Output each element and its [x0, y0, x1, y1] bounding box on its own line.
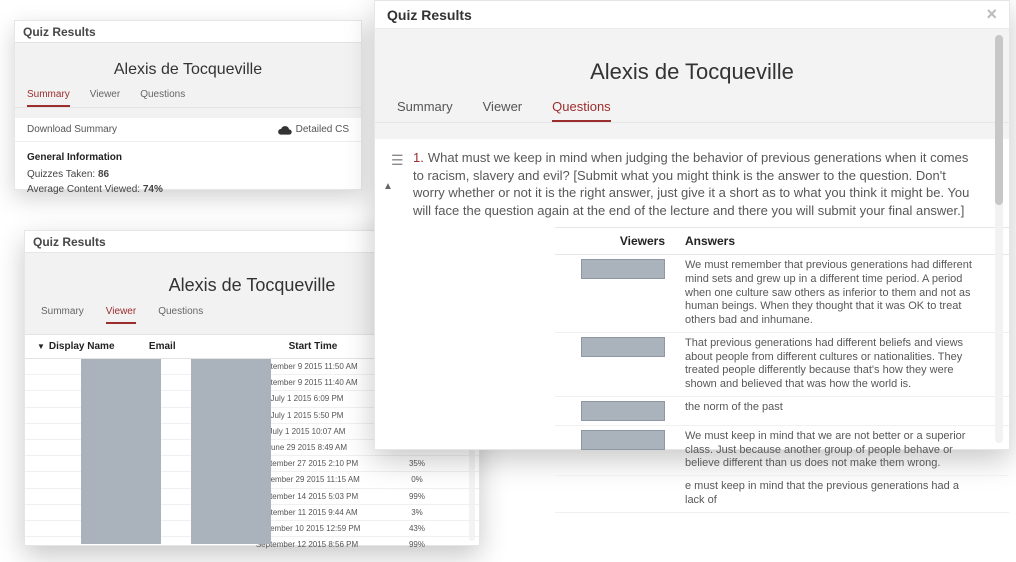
- question-text: What must we keep in mind when judging t…: [413, 150, 969, 218]
- avg-content-value: 74%: [143, 184, 163, 195]
- col-start-time[interactable]: Start Time: [259, 341, 367, 352]
- col-viewers: Viewers: [555, 234, 685, 248]
- tab-viewer[interactable]: Viewer: [483, 99, 523, 122]
- viewer-cell: [555, 337, 685, 357]
- questions-panel-titlebar: Quiz Results ×: [375, 1, 1009, 29]
- general-info: General Information Quizzes Taken: 86 Av…: [15, 142, 361, 205]
- questions-panel: Quiz Results × Alexis de Tocqueville Sum…: [374, 0, 1010, 450]
- viewer-panel-title: Quiz Results: [33, 235, 106, 249]
- tab-questions[interactable]: Questions: [158, 306, 203, 324]
- answer-row: e must keep in mind that the previous ge…: [555, 476, 1009, 513]
- quiz-subject-name: Alexis de Tocqueville: [15, 61, 361, 79]
- questions-panel-title: Quiz Results: [387, 7, 472, 23]
- tab-viewer[interactable]: Viewer: [90, 89, 120, 107]
- redacted-viewer-box: [581, 430, 665, 450]
- answer-text: We must remember that previous generatio…: [685, 259, 981, 328]
- questions-tabs: Summary Viewer Questions: [375, 85, 1009, 123]
- download-summary-link[interactable]: Download Summary: [27, 124, 117, 135]
- scrollbar-thumb[interactable]: [995, 35, 1003, 205]
- viewer-cell: [555, 430, 685, 450]
- summary-panel-title: Quiz Results: [15, 21, 361, 43]
- summary-header: Alexis de Tocqueville Summary Viewer Que…: [15, 43, 361, 118]
- answer-row: the norm of the past: [555, 397, 1009, 426]
- quiz-subject-name: Alexis de Tocqueville: [375, 59, 1009, 85]
- quizzes-taken-value: 86: [98, 169, 109, 180]
- redacted-display-name-block: [81, 359, 161, 544]
- scrollbar[interactable]: [995, 35, 1003, 443]
- viewer-cell: [555, 259, 685, 279]
- answers-body: We must remember that previous generatio…: [375, 255, 1009, 513]
- redacted-viewer-box: [581, 401, 665, 421]
- tab-questions[interactable]: Questions: [140, 89, 185, 107]
- detailed-csv-link[interactable]: Detailed CS: [278, 124, 349, 135]
- cell-content-watched: 99%: [367, 540, 467, 549]
- download-row: Download Summary Detailed CS: [15, 118, 361, 142]
- question-block: ☰ 1.What must we keep in mind when judgi…: [375, 139, 1009, 227]
- col-display-name[interactable]: Display Name: [49, 341, 149, 352]
- answers-header: Viewers Answers: [555, 227, 1009, 255]
- answer-row: We must keep in mind that we are not bet…: [555, 426, 1009, 476]
- answer-text: the norm of the past: [685, 401, 981, 415]
- question-text-wrap: 1.What must we keep in mind when judging…: [413, 149, 981, 219]
- question-number: 1.: [413, 150, 424, 165]
- redacted-email-block: [191, 359, 271, 544]
- answer-text: We must keep in mind that we are not bet…: [685, 430, 981, 471]
- detailed-csv-label: Detailed CS: [296, 124, 349, 135]
- sort-caret-icon[interactable]: ▼: [37, 342, 45, 351]
- answer-row: That previous generations had different …: [555, 333, 1009, 397]
- redacted-viewer-box: [581, 337, 665, 357]
- quizzes-taken-label: Quizzes Taken:: [27, 169, 95, 180]
- tab-summary[interactable]: Summary: [41, 306, 84, 324]
- tab-viewer[interactable]: Viewer: [106, 306, 136, 324]
- redacted-viewer-box: [581, 259, 665, 279]
- col-email[interactable]: Email: [149, 341, 259, 352]
- viewer-cell: [555, 401, 685, 421]
- avg-content-label: Average Content Viewed:: [27, 184, 140, 195]
- collapse-caret-icon[interactable]: ▲: [383, 181, 393, 192]
- general-info-title: General Information: [27, 150, 349, 165]
- summary-tabs: Summary Viewer Questions: [15, 79, 361, 108]
- answer-text: e must keep in mind that the previous ge…: [685, 480, 981, 508]
- questions-header: Alexis de Tocqueville Summary Viewer Que…: [375, 29, 1009, 139]
- cell-content-watched: 43%: [367, 524, 467, 533]
- col-answers: Answers: [685, 234, 981, 248]
- tab-questions[interactable]: Questions: [552, 99, 611, 122]
- answer-row: We must remember that previous generatio…: [555, 255, 1009, 333]
- summary-panel: Quiz Results Alexis de Tocqueville Summa…: [14, 20, 362, 190]
- answer-text: That previous generations had different …: [685, 337, 981, 392]
- tab-summary[interactable]: Summary: [397, 99, 453, 122]
- cloud-download-icon: [278, 125, 292, 135]
- menu-icon[interactable]: ☰: [391, 149, 405, 219]
- tab-summary[interactable]: Summary: [27, 89, 70, 107]
- close-icon[interactable]: ×: [986, 4, 997, 25]
